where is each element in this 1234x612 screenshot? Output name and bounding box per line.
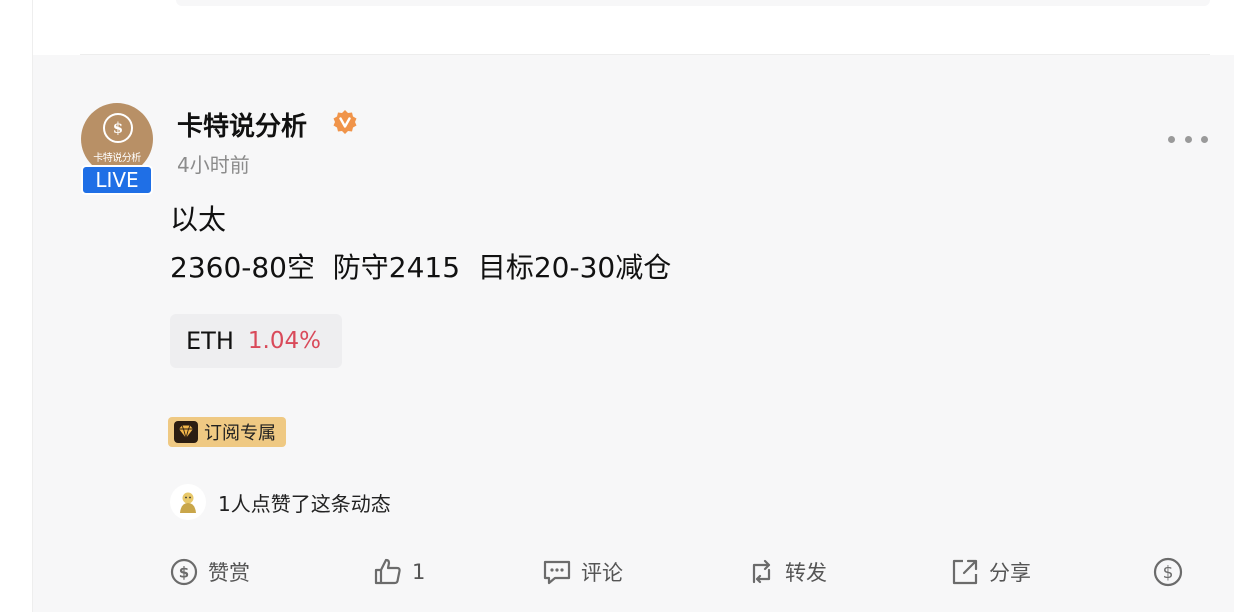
liker-avatar <box>170 484 206 520</box>
ticker-change: 1.04% <box>247 328 321 354</box>
like-count: 1 <box>412 560 426 584</box>
left-rail <box>0 0 33 612</box>
live-badge[interactable]: LIVE <box>81 165 153 195</box>
likes-summary[interactable]: 1人点赞了这条动态 <box>170 484 391 520</box>
author-name[interactable]: 卡特说分析 <box>177 106 307 143</box>
like-button[interactable]: 1 <box>372 552 425 592</box>
tip-coin-icon: $ <box>170 558 198 586</box>
diamond-icon <box>174 421 198 443</box>
svg-text:$: $ <box>1163 563 1174 583</box>
thumbs-up-icon <box>374 558 401 585</box>
comment-button[interactable]: 评论 <box>541 552 623 592</box>
action-bar: $ 赞赏 1 评论 转发 分享 $ <box>0 552 1234 592</box>
share-icon <box>952 559 978 585</box>
previous-post-card <box>176 0 1210 6</box>
likes-summary-text: 1人点赞了这条动态 <box>218 491 391 516</box>
dollar-coin-icon: $ <box>1153 557 1183 587</box>
avatar-logo-icon: $ <box>103 113 133 143</box>
share-button[interactable]: 分享 <box>949 552 1031 592</box>
comment-label: 评论 <box>581 561 623 585</box>
post-text-line-2: 2360-80空 防守2415 目标20-30减仓 <box>170 251 672 284</box>
subscription-label: 订阅专属 <box>204 423 276 444</box>
tip-label: 赞赏 <box>208 561 250 585</box>
repost-icon <box>752 559 771 584</box>
svg-text:$: $ <box>179 564 189 582</box>
verified-badge-icon <box>333 110 357 134</box>
donate-button[interactable]: $ <box>1152 552 1184 592</box>
share-label: 分享 <box>989 561 1031 585</box>
repost-button[interactable]: 转发 <box>745 552 827 592</box>
avatar-logo-text: 卡特说分析 <box>93 153 141 164</box>
post-timestamp: 4小时前 <box>177 153 250 177</box>
more-options-icon[interactable] <box>1168 128 1208 150</box>
tip-button[interactable]: $ 赞赏 <box>168 552 250 592</box>
comment-icon <box>543 560 571 585</box>
liker-avatar-icon <box>180 492 196 513</box>
author-avatar[interactable]: $ 卡特说分析 LIVE <box>81 103 153 195</box>
repost-label: 转发 <box>785 561 827 585</box>
ticker-symbol: ETH <box>186 327 234 355</box>
ticker-chip[interactable]: ETH 1.04% <box>170 314 342 368</box>
subscription-badge[interactable]: 订阅专属 <box>168 417 286 447</box>
post-text-line-1: 以太 <box>170 203 227 236</box>
